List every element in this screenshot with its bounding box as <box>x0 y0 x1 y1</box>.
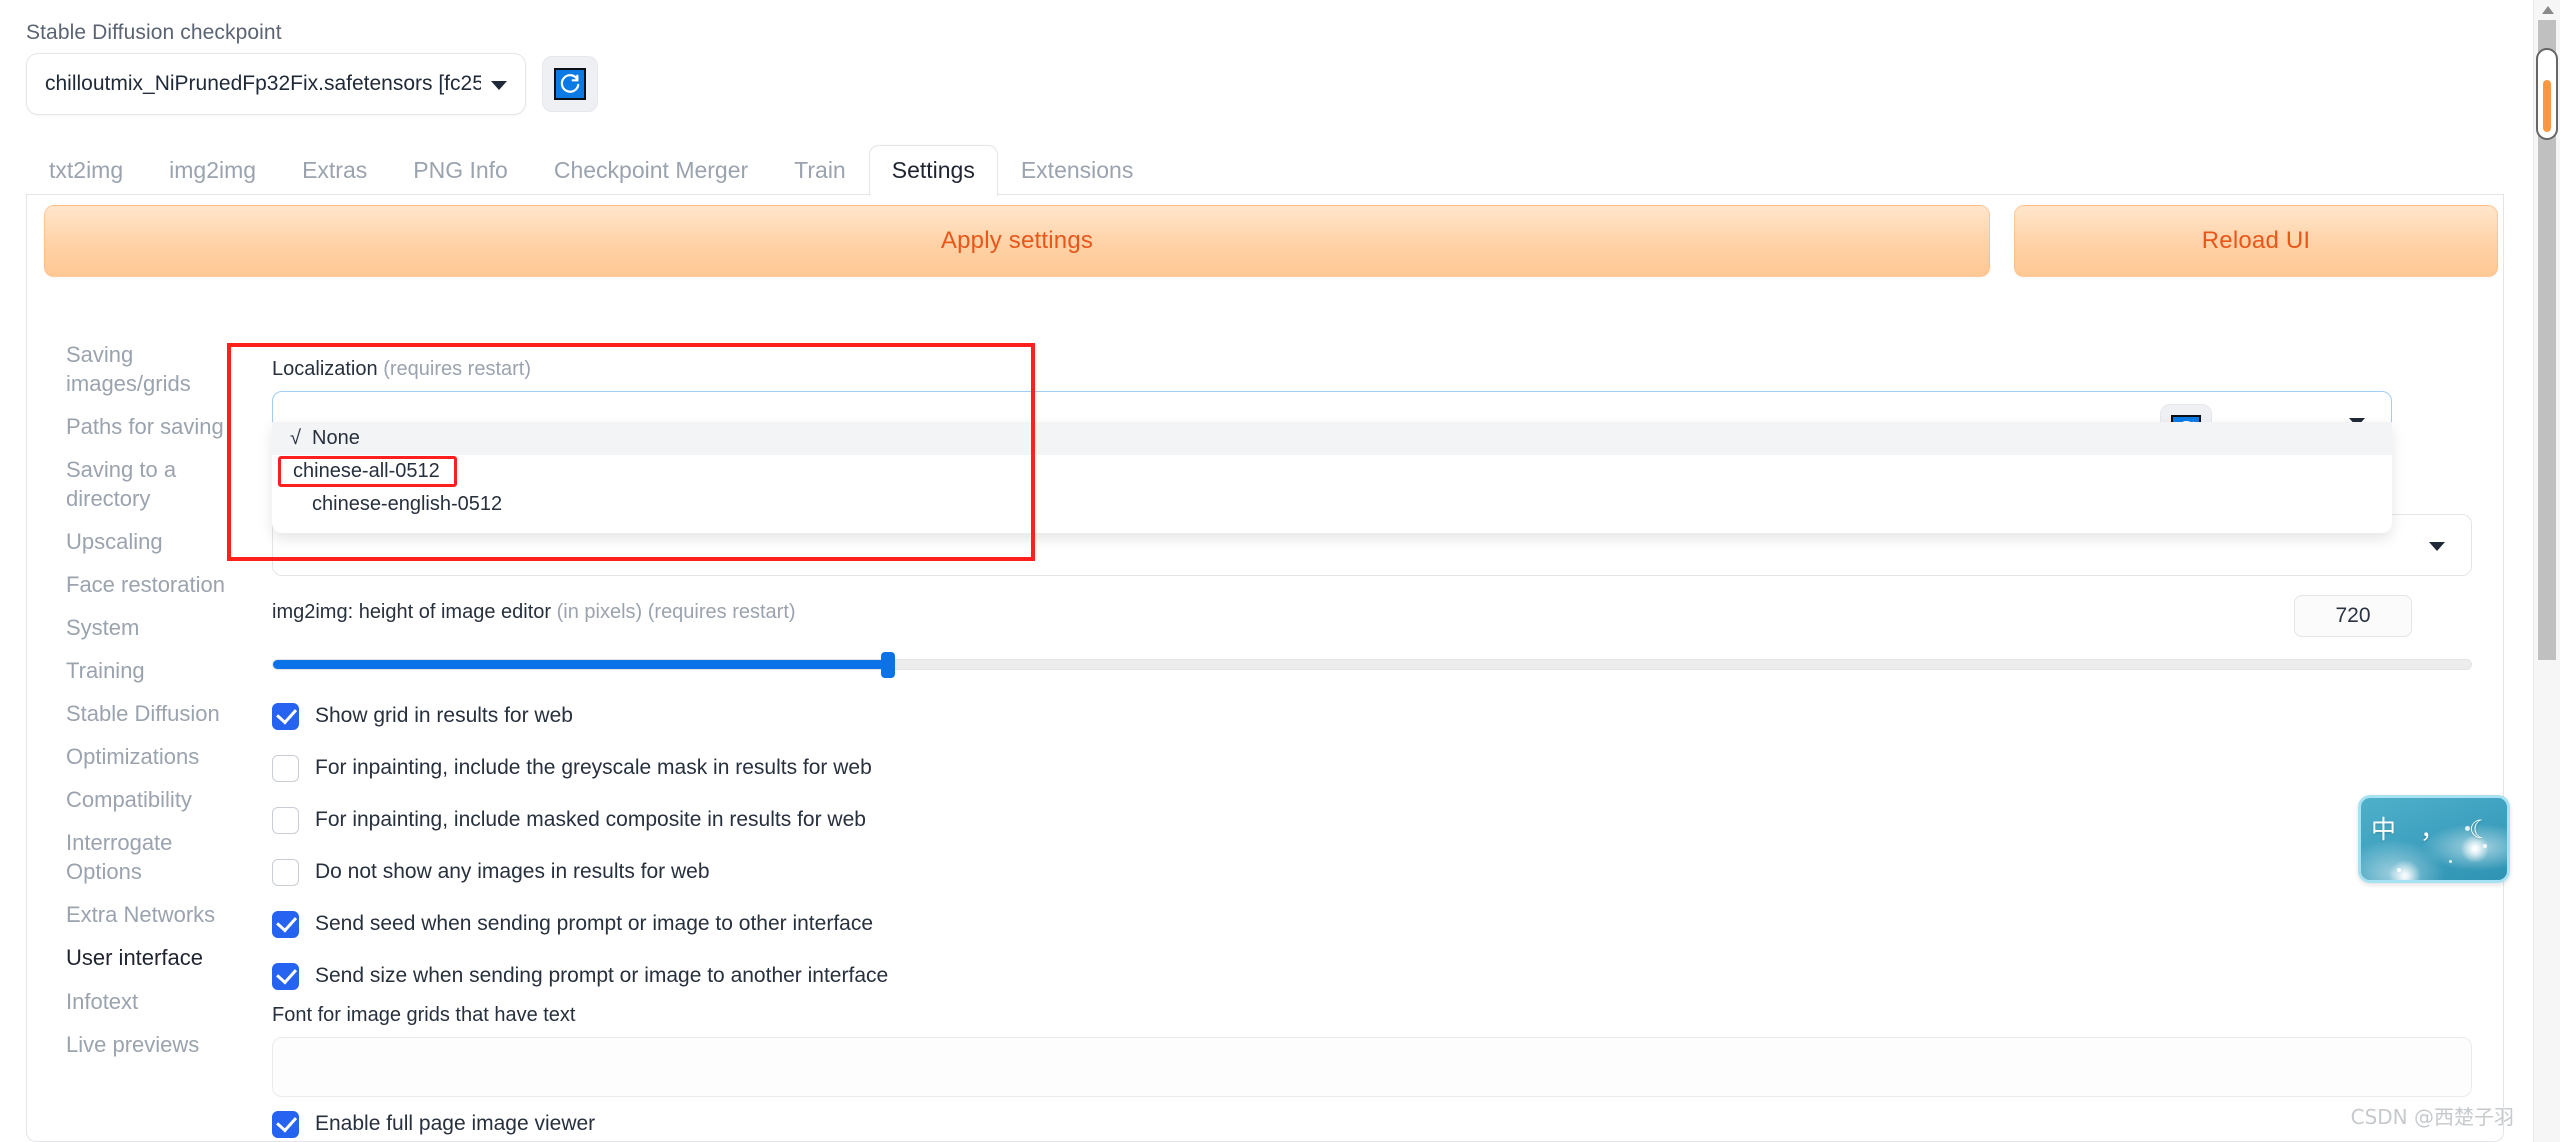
settings-sidebar: Saving images/grids Paths for saving Savin… <box>66 340 266 1073</box>
localization-label: Localization (requires restart) <box>272 356 2472 382</box>
font-field-block: Font for image grids that have text <box>272 1002 2472 1097</box>
sidebar-item-compatibility[interactable]: Compatibility <box>66 785 266 814</box>
sidebar-item-stable-diffusion[interactable]: Stable Diffusion <box>66 699 266 728</box>
slider-header: img2img: height of image editor (in pixe… <box>272 595 2472 637</box>
checkpoint-select[interactable]: chilloutmix_NiPrunedFp32Fix.safetensors … <box>26 53 526 116</box>
checkbox-box[interactable] <box>272 1110 299 1138</box>
checkbox-box[interactable] <box>272 962 299 990</box>
checkbox-label: Show grid in results for web <box>315 704 573 727</box>
sidebar-item-upscaling[interactable]: Upscaling <box>66 527 266 556</box>
sidebar-item-interrogate-options[interactable]: Interrogate Options <box>66 828 266 886</box>
checkbox-label: Do not show any images in results for we… <box>315 860 710 883</box>
checkbox-box[interactable] <box>272 806 299 834</box>
checkbox-label: Send size when sending prompt or image t… <box>315 964 889 987</box>
dropdown-option-label: chinese-english-0512 <box>312 493 503 515</box>
checkbox-label: Send seed when sending prompt or image t… <box>315 912 874 935</box>
tab-img2img[interactable]: img2img <box>146 145 279 196</box>
sidebar-item-user-interface[interactable]: User interface <box>66 943 266 972</box>
badge-sparkle <box>2449 860 2452 863</box>
tab-png-info[interactable]: PNG Info <box>390 145 531 196</box>
checkbox-box[interactable] <box>272 858 299 886</box>
dropdown-option-label: None <box>312 427 360 449</box>
dropdown-option-wrap: chinese-all-0512 <box>272 455 2392 488</box>
checkpoint-refresh-button[interactable] <box>542 56 598 113</box>
sidebar-item-live-previews[interactable]: Live previews <box>66 1030 266 1059</box>
sidebar-item-infotext[interactable]: Infotext <box>66 987 266 1016</box>
localization-dropdown: √ None chinese-all-0512 chinese-english-051… <box>272 422 2392 533</box>
slider-label: img2img: height of image editor (in pixe… <box>272 599 796 625</box>
checkbox-row[interactable]: Send seed when sending prompt or image t… <box>272 898 2472 950</box>
chevron-down-icon <box>2429 542 2445 551</box>
sidebar-item-face-restoration[interactable]: Face restoration <box>66 570 266 599</box>
scrollbar-thumb[interactable] <box>2536 48 2558 140</box>
checkbox-row[interactable]: For inpainting, include masked composite… <box>272 794 2472 846</box>
settings-content: Localization (requires restart) √ None chi… <box>272 356 2472 533</box>
checkbox-label: For inpainting, include the greyscale ma… <box>315 756 872 779</box>
sidebar-item-training[interactable]: Training <box>66 656 266 685</box>
slider-track[interactable] <box>272 651 2472 678</box>
watermark: CSDN @西楚子羽 <box>2350 1105 2514 1129</box>
tab-train[interactable]: Train <box>771 145 869 196</box>
scrollbar-thumb-fill <box>2543 80 2551 132</box>
chevron-down-icon <box>491 81 507 91</box>
localization-label-text: Localization <box>272 358 378 380</box>
localization-block: Localization (requires restart) √ None chi… <box>272 356 2472 533</box>
checkpoint-area: Stable Diffusion checkpoint chilloutmix_… <box>26 18 626 116</box>
slider-thumb[interactable] <box>881 651 896 678</box>
sidebar-item-saving-images-grids[interactable]: Saving images/grids <box>66 340 266 398</box>
floating-ime-badge[interactable]: 中 ， ☾ <box>2358 795 2510 883</box>
slider-label-text: img2img: height of image editor <box>272 600 552 623</box>
checkbox-row[interactable]: Send size when sending prompt or image t… <box>272 950 2472 1002</box>
check-icon: √ <box>290 427 301 449</box>
apply-settings-button[interactable]: Apply settings <box>44 205 1990 277</box>
checkbox-label: Enable full page image viewer <box>315 1112 596 1135</box>
image-editor-height-slider-block: img2img: height of image editor (in pixe… <box>272 595 2472 678</box>
badge-sparkle <box>2397 868 2401 872</box>
sidebar-item-system[interactable]: System <box>66 613 266 642</box>
font-field-label: Font for image grids that have text <box>272 1004 576 1026</box>
tab-extras[interactable]: Extras <box>279 145 390 196</box>
sidebar-item-saving-to-a-directory[interactable]: Saving to a directory <box>66 455 266 513</box>
app-window: Stable Diffusion checkpoint chilloutmix_… <box>0 0 2560 1142</box>
page-scrollbar[interactable] <box>2534 0 2560 1142</box>
checkbox-label: For inpainting, include masked composite… <box>315 808 866 831</box>
checkbox-box[interactable] <box>272 754 299 782</box>
slider-value-input[interactable]: 720 <box>2294 595 2412 637</box>
sidebar-item-paths-for-saving[interactable]: Paths for saving <box>66 412 266 441</box>
dropdown-option-None[interactable]: √ None <box>272 422 2392 455</box>
dropdown-option-chinese-all-0512[interactable]: chinese-all-0512 <box>278 456 457 487</box>
checkbox-box[interactable] <box>272 910 299 938</box>
tab-extensions[interactable]: Extensions <box>998 145 1157 196</box>
checkbox-row[interactable]: For inpainting, include the greyscale ma… <box>272 742 2472 794</box>
final-checkbox-row: Enable full page image viewer <box>272 1098 595 1142</box>
tab-bar: txt2img img2img Extras PNG Info Checkpoint M… <box>26 136 2504 196</box>
refresh-icon <box>554 68 586 101</box>
tab-settings[interactable]: Settings <box>868 145 998 196</box>
scroll-up-icon[interactable] <box>2542 6 2554 14</box>
sidebar-item-extra-networks[interactable]: Extra Networks <box>66 900 266 929</box>
floating-badge-text: 中 ， ☾ <box>2371 815 2500 844</box>
checkpoint-value: chilloutmix_NiPrunedFp32Fix.safetensors … <box>45 72 481 96</box>
checkbox-box[interactable] <box>272 702 299 730</box>
localization-hint: (requires restart) <box>383 358 531 380</box>
slider-hint: (in pixels) (requires restart) <box>556 600 796 623</box>
checkpoint-row: chilloutmix_NiPrunedFp32Fix.safetensors … <box>26 53 626 116</box>
reload-ui-button[interactable]: Reload UI <box>2014 205 2498 277</box>
font-field-input[interactable] <box>272 1037 2472 1097</box>
checkbox-list: Show grid in results for web For inpainti… <box>272 690 2472 1002</box>
checkbox-row[interactable]: Enable full page image viewer <box>272 1098 595 1142</box>
checkbox-row[interactable]: Do not show any images in results for we… <box>272 846 2472 898</box>
settings-action-row: Apply settings Reload UI <box>44 205 2498 277</box>
checkpoint-label: Stable Diffusion checkpoint <box>26 21 282 44</box>
tab-checkpoint-merger[interactable]: Checkpoint Merger <box>531 145 771 196</box>
slider-fill <box>273 660 889 669</box>
checkbox-row[interactable]: Show grid in results for web <box>272 690 2472 742</box>
sidebar-item-optimizations[interactable]: Optimizations <box>66 742 266 771</box>
dropdown-option-chinese-english-0512[interactable]: chinese-english-0512 <box>272 488 2392 521</box>
tab-txt2img[interactable]: txt2img <box>26 145 146 196</box>
